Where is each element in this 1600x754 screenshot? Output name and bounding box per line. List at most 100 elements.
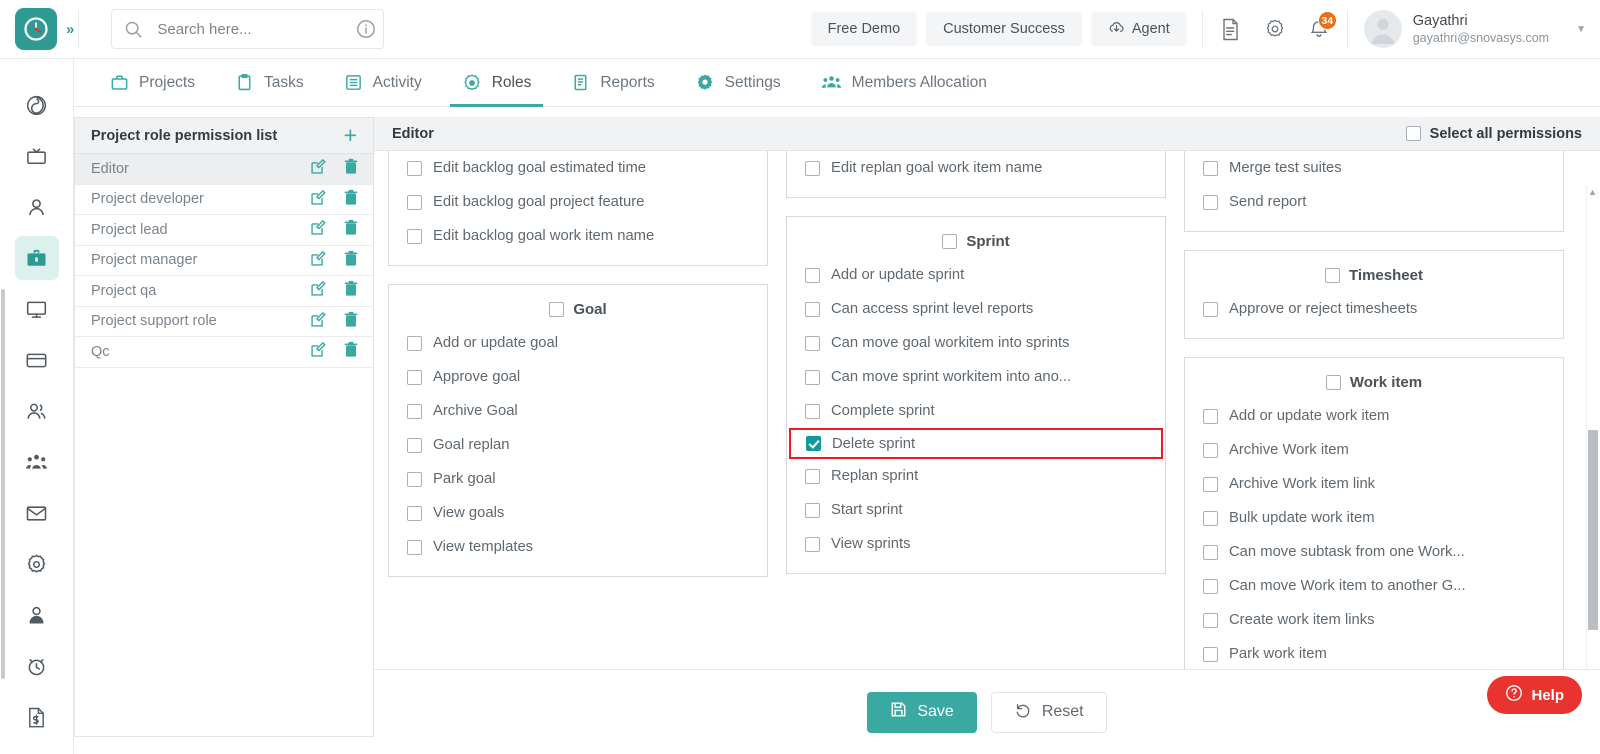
role-row[interactable]: Qc: [75, 337, 373, 368]
reset-button[interactable]: Reset: [991, 692, 1107, 733]
permission-checkbox[interactable]: [1203, 511, 1218, 526]
customer-success-button[interactable]: Customer Success: [926, 12, 1082, 46]
edit-icon[interactable]: [310, 219, 327, 240]
tab-tasks[interactable]: Tasks: [215, 59, 324, 107]
trash-icon[interactable]: [343, 280, 359, 301]
permission-option[interactable]: Can move subtask from one Work...: [1185, 535, 1563, 569]
tab-roles[interactable]: Roles: [442, 59, 552, 107]
edit-icon[interactable]: [310, 280, 327, 301]
permission-checkbox[interactable]: [1203, 613, 1218, 628]
rail-scrollbar[interactable]: [1, 289, 5, 679]
logo-area[interactable]: [0, 8, 72, 50]
edit-icon[interactable]: [310, 158, 327, 179]
mail-icon[interactable]: [15, 491, 59, 535]
tab-members-allocation[interactable]: Members Allocation: [801, 59, 1007, 107]
permission-option[interactable]: Goal replan: [389, 428, 767, 462]
permission-checkbox[interactable]: [805, 537, 820, 552]
chevrons-right-icon[interactable]: »: [66, 21, 72, 38]
tv-icon[interactable]: [15, 134, 59, 178]
permission-checkbox[interactable]: [407, 195, 422, 210]
group-select-checkbox[interactable]: [942, 234, 957, 249]
group-select-checkbox[interactable]: [1325, 268, 1340, 283]
permission-option[interactable]: Edit backlog goal project feature: [389, 185, 767, 219]
document-icon[interactable]: [1209, 7, 1253, 51]
permission-option[interactable]: View templates: [389, 530, 767, 564]
permission-option[interactable]: Send report: [1185, 185, 1563, 219]
tab-settings[interactable]: Settings: [675, 59, 801, 107]
permission-checkbox[interactable]: [805, 469, 820, 484]
trash-icon[interactable]: [343, 219, 359, 240]
permission-option[interactable]: Replan sprint: [787, 459, 1165, 493]
user-badge-icon[interactable]: [15, 593, 59, 637]
permission-group-title[interactable]: Work item: [1185, 374, 1563, 391]
permission-checkbox[interactable]: [407, 472, 422, 487]
permission-group-title[interactable]: Timesheet: [1185, 267, 1563, 284]
monitor-icon[interactable]: [15, 287, 59, 331]
card-icon[interactable]: [15, 338, 59, 382]
permission-option[interactable]: Edit replan goal work item name: [787, 151, 1165, 185]
plus-icon[interactable]: +: [344, 124, 357, 147]
tab-reports[interactable]: Reports: [551, 59, 674, 107]
invoice-icon[interactable]: [15, 695, 59, 739]
trash-icon[interactable]: [343, 189, 359, 210]
permission-option[interactable]: View goals: [389, 496, 767, 530]
edit-icon[interactable]: [310, 250, 327, 271]
permission-option[interactable]: Approve or reject timesheets: [1185, 292, 1563, 326]
gear-icon[interactable]: [1253, 7, 1297, 51]
permission-checkbox[interactable]: [1203, 409, 1218, 424]
permission-option[interactable]: Edit backlog goal work item name: [389, 219, 767, 253]
edit-icon[interactable]: [310, 311, 327, 332]
permission-checkbox[interactable]: [1203, 443, 1218, 458]
role-row[interactable]: Project support role: [75, 307, 373, 338]
permission-option[interactable]: Archive Work item: [1185, 433, 1563, 467]
edit-icon[interactable]: [310, 341, 327, 362]
tab-projects[interactable]: Projects: [90, 59, 215, 107]
select-all-checkbox[interactable]: [1406, 126, 1421, 141]
bell-icon[interactable]: 34: [1297, 7, 1341, 51]
role-row[interactable]: Project developer: [75, 185, 373, 216]
permission-checkbox[interactable]: [1203, 195, 1218, 210]
permission-option[interactable]: Delete sprint: [789, 428, 1163, 459]
permission-checkbox[interactable]: [407, 370, 422, 385]
search-box[interactable]: [111, 9, 384, 49]
trash-icon[interactable]: [343, 250, 359, 271]
tab-activity[interactable]: Activity: [324, 59, 442, 107]
team-icon[interactable]: [15, 440, 59, 484]
permission-group-title[interactable]: Sprint: [787, 233, 1165, 250]
permission-option[interactable]: Edit backlog goal estimated time: [389, 151, 767, 185]
role-row[interactable]: Editor: [75, 154, 373, 185]
role-row[interactable]: Project qa: [75, 276, 373, 307]
permission-option[interactable]: Complete sprint: [787, 394, 1165, 428]
permission-option[interactable]: Park work item: [1185, 637, 1563, 669]
permission-checkbox[interactable]: [806, 436, 821, 451]
permission-option[interactable]: Merge test suites: [1185, 151, 1563, 185]
scroll-up-arrow[interactable]: ▲: [1588, 187, 1597, 197]
role-row[interactable]: Project manager: [75, 246, 373, 277]
info-icon[interactable]: [356, 19, 376, 39]
permission-option[interactable]: Park goal: [389, 462, 767, 496]
permission-checkbox[interactable]: [805, 370, 820, 385]
permission-option[interactable]: Add or update goal: [389, 326, 767, 360]
permission-option[interactable]: Can move goal workitem into sprints: [787, 326, 1165, 360]
permission-checkbox[interactable]: [805, 161, 820, 176]
permission-option[interactable]: Create work item links: [1185, 603, 1563, 637]
permission-option[interactable]: Start sprint: [787, 493, 1165, 527]
permission-checkbox[interactable]: [1203, 302, 1218, 317]
trash-icon[interactable]: [343, 341, 359, 362]
permission-scroll-thumb[interactable]: [1588, 430, 1598, 630]
trash-icon[interactable]: [343, 158, 359, 179]
permission-checkbox[interactable]: [407, 506, 422, 521]
permission-checkbox[interactable]: [407, 404, 422, 419]
permission-option[interactable]: Approve goal: [389, 360, 767, 394]
permission-checkbox[interactable]: [1203, 161, 1218, 176]
dashboard-icon[interactable]: [15, 83, 59, 127]
alarm-clock-icon[interactable]: [15, 644, 59, 688]
briefcase-icon[interactable]: [15, 236, 59, 280]
group-select-checkbox[interactable]: [1326, 375, 1341, 390]
agent-button[interactable]: Agent: [1091, 12, 1187, 46]
permission-checkbox[interactable]: [805, 503, 820, 518]
permission-checkbox[interactable]: [1203, 477, 1218, 492]
permission-option[interactable]: Archive Goal: [389, 394, 767, 428]
permission-checkbox[interactable]: [407, 438, 422, 453]
clock-logo-icon[interactable]: [15, 8, 57, 50]
